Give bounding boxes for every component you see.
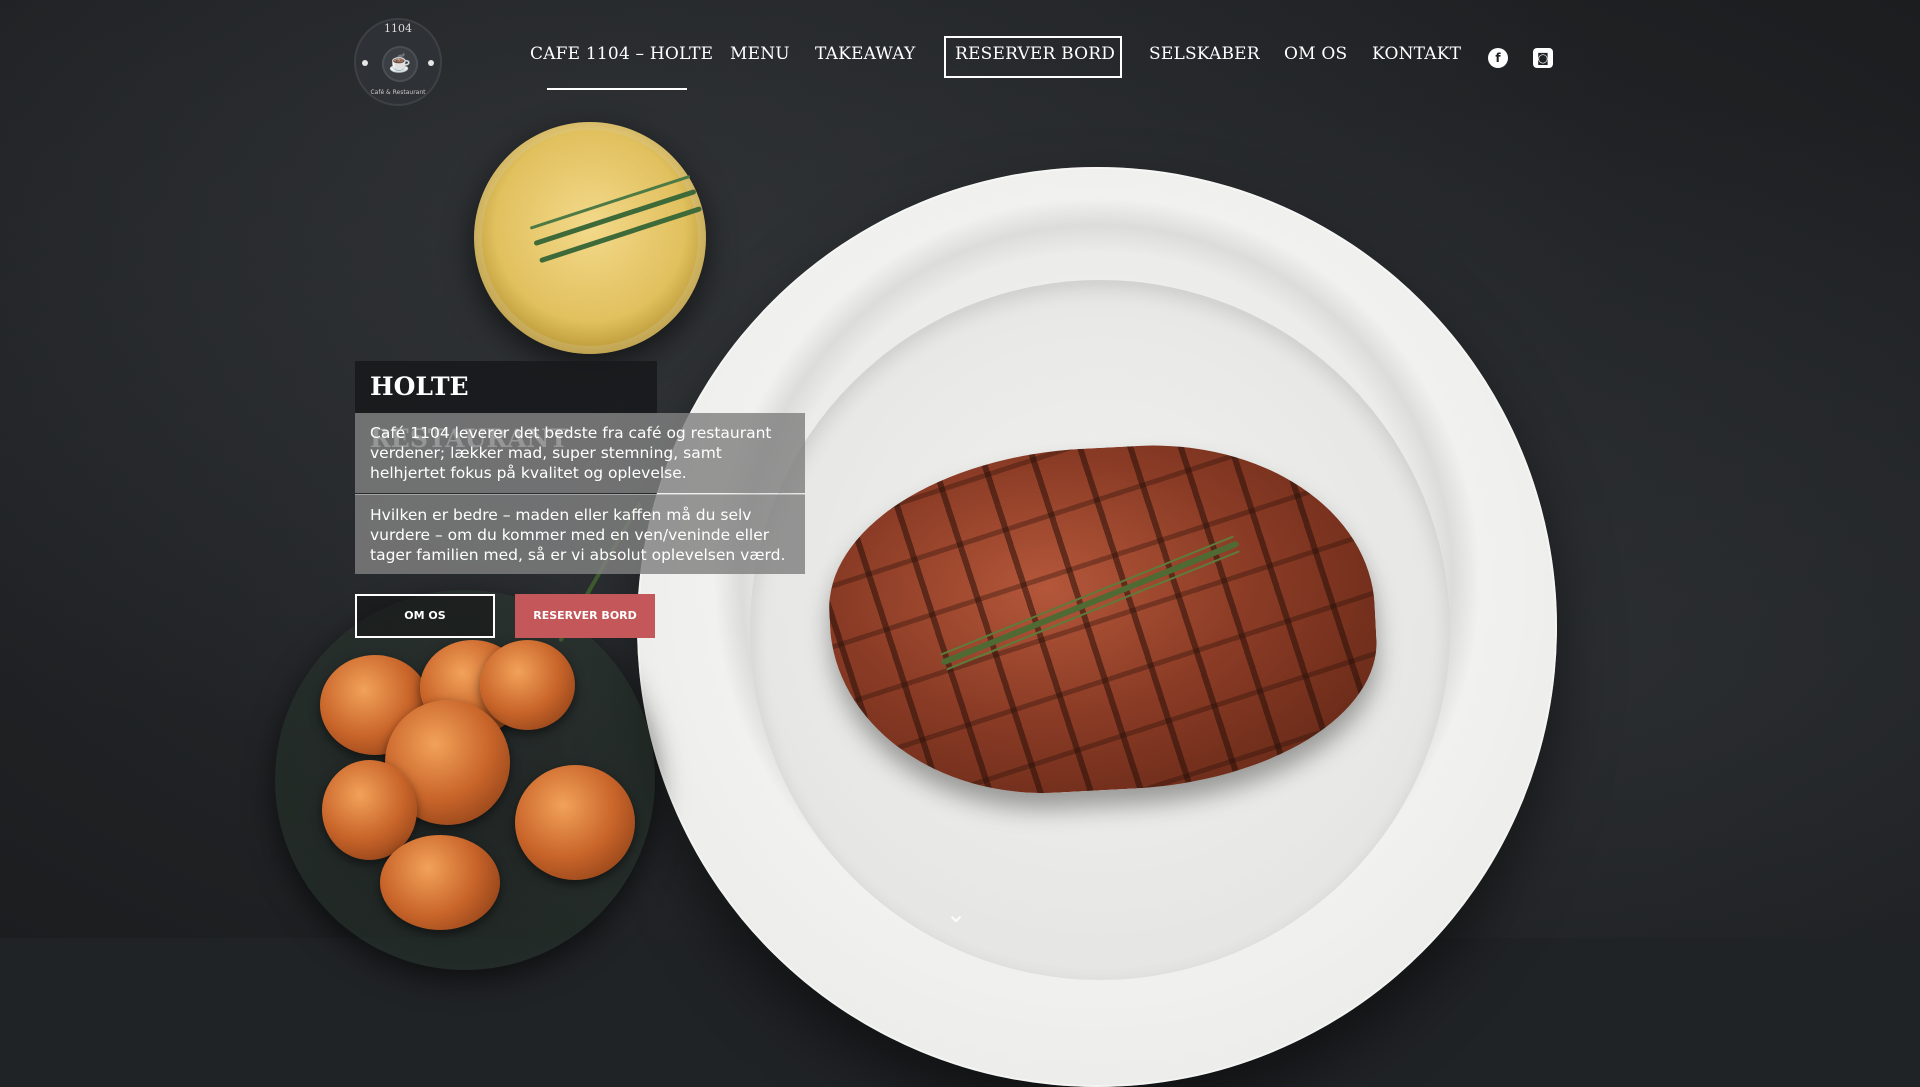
- nav-item-cafe-holte[interactable]: CAFE 1104 – HOLTE: [530, 44, 713, 64]
- nav-item-selskaber[interactable]: SELSKABER: [1149, 44, 1260, 64]
- nav-active-underline: [547, 88, 687, 90]
- om-os-button[interactable]: OM OS: [355, 594, 495, 638]
- reserver-bord-button[interactable]: RESERVER BORD: [515, 594, 655, 638]
- nav-item-kontakt[interactable]: KONTAKT: [1372, 44, 1461, 64]
- facebook-icon[interactable]: f: [1488, 48, 1508, 68]
- nav-reserve-border: [944, 36, 1122, 78]
- logo-subtitle: Café & Restaurant: [370, 89, 426, 96]
- instagram-icon[interactable]: ◙: [1533, 48, 1553, 68]
- hero-paragraph: Café 1104 leverer det bedste fra café og…: [355, 413, 805, 493]
- logo-number: 1104: [384, 22, 412, 35]
- hero-paragraph: Hvilken er bedre – maden eller kaffen må…: [355, 494, 805, 574]
- potato: [515, 765, 635, 880]
- nav-item-om-os[interactable]: OM OS: [1284, 44, 1347, 64]
- sauce-bowl-image: [474, 122, 706, 354]
- nav-item-menu[interactable]: MENU: [730, 44, 790, 64]
- hero-title: HOLTE RESTAURANT: [355, 361, 657, 453]
- scroll-down-chevron-icon[interactable]: ⌄: [943, 900, 969, 928]
- potato: [380, 835, 500, 930]
- nav-item-takeaway[interactable]: TAKEAWAY: [815, 44, 915, 64]
- potato: [480, 640, 575, 730]
